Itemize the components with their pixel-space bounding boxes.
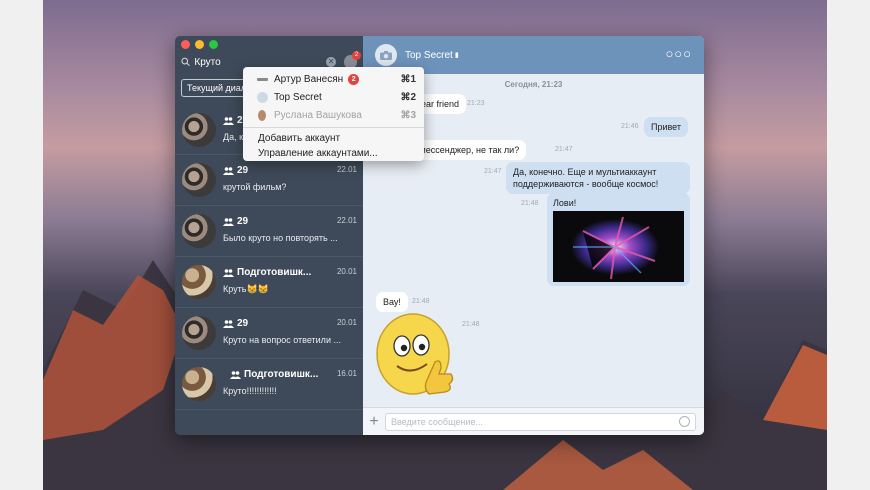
dialog-last-message: крутой фильм? (223, 182, 287, 192)
dialog-time: 22.01 (336, 216, 357, 225)
dialog-avatar (182, 214, 216, 248)
menu-shortcut: ⌘2 (400, 91, 416, 103)
dialog-last-message: Круто на вопрос ответили ... (223, 335, 341, 345)
dialog-avatar (182, 316, 216, 350)
chat-title: Top Secret (405, 49, 453, 61)
window-controls (181, 40, 218, 49)
add-account-menu-item[interactable]: Добавить аккаунт (243, 131, 424, 146)
attach-plus-icon[interactable]: + (363, 413, 385, 431)
dialog-last-message: Круто!!!!!!!!!!!! (223, 386, 277, 396)
account-avatar-icon (257, 77, 268, 81)
camera-icon[interactable] (375, 44, 397, 66)
dialog-name: 29 (237, 165, 249, 176)
more-options-icon[interactable]: ○○○ (665, 47, 692, 60)
message-time: 21:23 (467, 100, 485, 107)
dialog-item[interactable]: Подготовишк... 20.01 Круть😸😸 (175, 257, 363, 308)
dialog-avatar (182, 113, 216, 147)
dialog-avatar (182, 265, 216, 299)
account-avatar-icon (258, 109, 266, 121)
message-time: 21:48 (462, 321, 480, 328)
menu-separator (243, 127, 424, 128)
menu-shortcut: ⌘1 (400, 73, 416, 85)
account-menu: Артур Ванесян 2 ⌘1 Top Secret ⌘2 Руслана… (243, 67, 424, 161)
outgoing-message: Привет (644, 117, 689, 137)
group-icon (223, 268, 234, 277)
dialog-title: 29 (223, 318, 248, 329)
group-icon (223, 217, 234, 226)
message-time: 21:48 (412, 298, 430, 305)
message-composer: + (363, 407, 704, 435)
dialog-name: Подготовишк... (237, 267, 312, 278)
lock-icon: ▮ (454, 52, 459, 59)
message-time: 21:46 (621, 123, 639, 130)
group-icon (223, 116, 234, 125)
zoom-window-button[interactable] (209, 40, 218, 49)
menu-account-label: Артур Ванесян (274, 73, 344, 85)
group-icon (223, 166, 234, 175)
dialog-name: 29 (237, 216, 249, 227)
dialog-item[interactable]: 29 20.01 Круто на вопрос ответили ... (175, 308, 363, 359)
dialog-title: 29 (223, 216, 248, 227)
message-input[interactable] (385, 412, 696, 431)
dialog-time: 22.01 (336, 165, 357, 174)
screen-bezel-left (0, 0, 43, 490)
manage-accounts-menu-item[interactable]: Управление аккаунтами... (243, 146, 424, 161)
group-icon (223, 319, 234, 328)
minimize-window-button[interactable] (195, 40, 204, 49)
menu-account-item[interactable]: Артур Ванесян 2 ⌘1 (243, 70, 424, 88)
outgoing-photo-message[interactable]: Лови! (547, 193, 690, 286)
message-time: 21:47 (484, 168, 502, 175)
photo-caption: Лови! (553, 198, 577, 208)
dialog-time: 20.01 (336, 267, 357, 276)
search-input[interactable] (194, 56, 327, 68)
account-avatar-icon (257, 91, 268, 103)
dialog-name: Подготовишк... (244, 369, 319, 380)
account-unread-badge: 2 (351, 51, 361, 60)
dialog-title: 29 (223, 165, 248, 176)
search-icon (181, 57, 190, 67)
dialog-time: 20.01 (336, 318, 357, 327)
folder-filter-button[interactable]: Текущий диалог (181, 79, 251, 97)
dialog-last-message: Круть😸😸 (223, 284, 269, 294)
message-time: 21:48 (521, 200, 539, 207)
clear-search-icon[interactable]: ✕ (326, 57, 336, 67)
menu-shortcut: ⌘3 (400, 109, 416, 121)
screen-bezel-right (827, 0, 870, 490)
incoming-message: Вау! (376, 292, 408, 312)
account-unread-badge: 2 (348, 73, 360, 85)
menu-account-label: Top Secret (274, 91, 322, 103)
dialog-item[interactable]: Подготовишк... 16.01 Круто!!!!!!!!!!!! (175, 359, 363, 410)
incoming-message: й мессенджер, не так ли? (409, 140, 527, 160)
dialog-item[interactable]: 29 22.01 крутой фильм? (175, 155, 363, 206)
thumbs-up-sticker[interactable] (375, 310, 457, 402)
emoji-icon[interactable] (679, 416, 690, 427)
photo-image[interactable] (553, 211, 684, 282)
dialog-item[interactable]: 29 22.01 Было круто но повторять ... (175, 206, 363, 257)
dialog-avatar (182, 367, 216, 401)
menu-account-item[interactable]: Top Secret ⌘2 (243, 88, 424, 106)
outgoing-message: Да, конечно. Еще и мультиаккаунт поддерж… (506, 162, 690, 194)
dialog-title: Подготовишк... (223, 267, 311, 278)
dialog-time: 16.01 (336, 369, 357, 378)
dialog-avatar (182, 163, 216, 197)
dialog-name: 29 (237, 318, 249, 329)
dialog-list: 29 Да, конечно... 29 22.01 крутой фильм?… (175, 113, 363, 410)
group-icon (230, 370, 241, 379)
close-window-button[interactable] (181, 40, 190, 49)
dialog-title: Подготовишк... (230, 369, 318, 380)
dialog-last-message: Было круто но повторять ... (223, 233, 338, 243)
menu-account-label: Руслана Вашукова (274, 109, 362, 121)
menu-account-item[interactable]: Руслана Вашукова ⌘3 (243, 106, 424, 124)
message-time: 21:47 (555, 146, 573, 153)
